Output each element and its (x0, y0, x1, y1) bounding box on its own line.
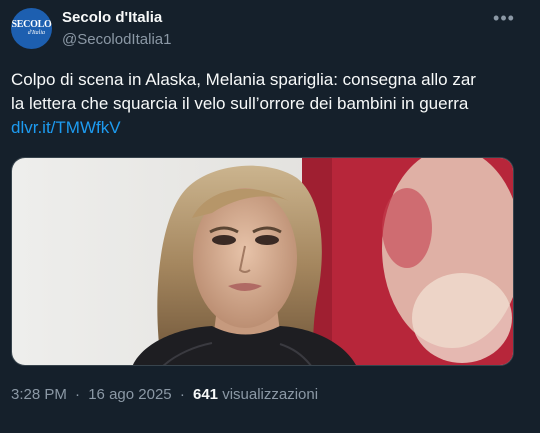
tweet-time[interactable]: 3:28 PM (11, 386, 67, 403)
meta-separator: · (75, 386, 81, 403)
tweet-text: Colpo di scena in Alaska, Melania sparig… (11, 68, 526, 140)
portrait-photo (12, 158, 513, 365)
avatar-logo-subtext: d'Italia (27, 29, 45, 36)
avatar[interactable]: SECOLO d'Italia (11, 8, 52, 49)
avatar-logo-text: SECOLO (11, 18, 52, 30)
tweet-text-line: la lettera che squarcia il velo sull’orr… (11, 94, 469, 113)
tweet-text-line: Colpo di scena in Alaska, Melania sparig… (11, 70, 476, 89)
tweet-media-photo[interactable] (11, 157, 514, 366)
tweet-metadata: 3:28 PM · 16 ago 2025 · 641 visualizzazi… (11, 386, 318, 403)
tweet-date[interactable]: 16 ago 2025 (88, 386, 171, 403)
author-display-name[interactable]: Secolo d'Italia (62, 9, 162, 26)
more-horizontal-icon: ••• (493, 7, 515, 28)
author-handle[interactable]: @SecolodItalia1 (62, 31, 171, 48)
more-options-button[interactable]: ••• (492, 6, 516, 30)
views-label: visualizzazioni (222, 386, 319, 403)
tweet-link[interactable]: dlvr.it/TMWfkV (11, 116, 526, 140)
meta-separator: · (179, 386, 185, 403)
views-count: 641 (192, 386, 219, 403)
tweet-card: SECOLO d'Italia Secolo d'Italia @Secolod… (0, 0, 540, 433)
